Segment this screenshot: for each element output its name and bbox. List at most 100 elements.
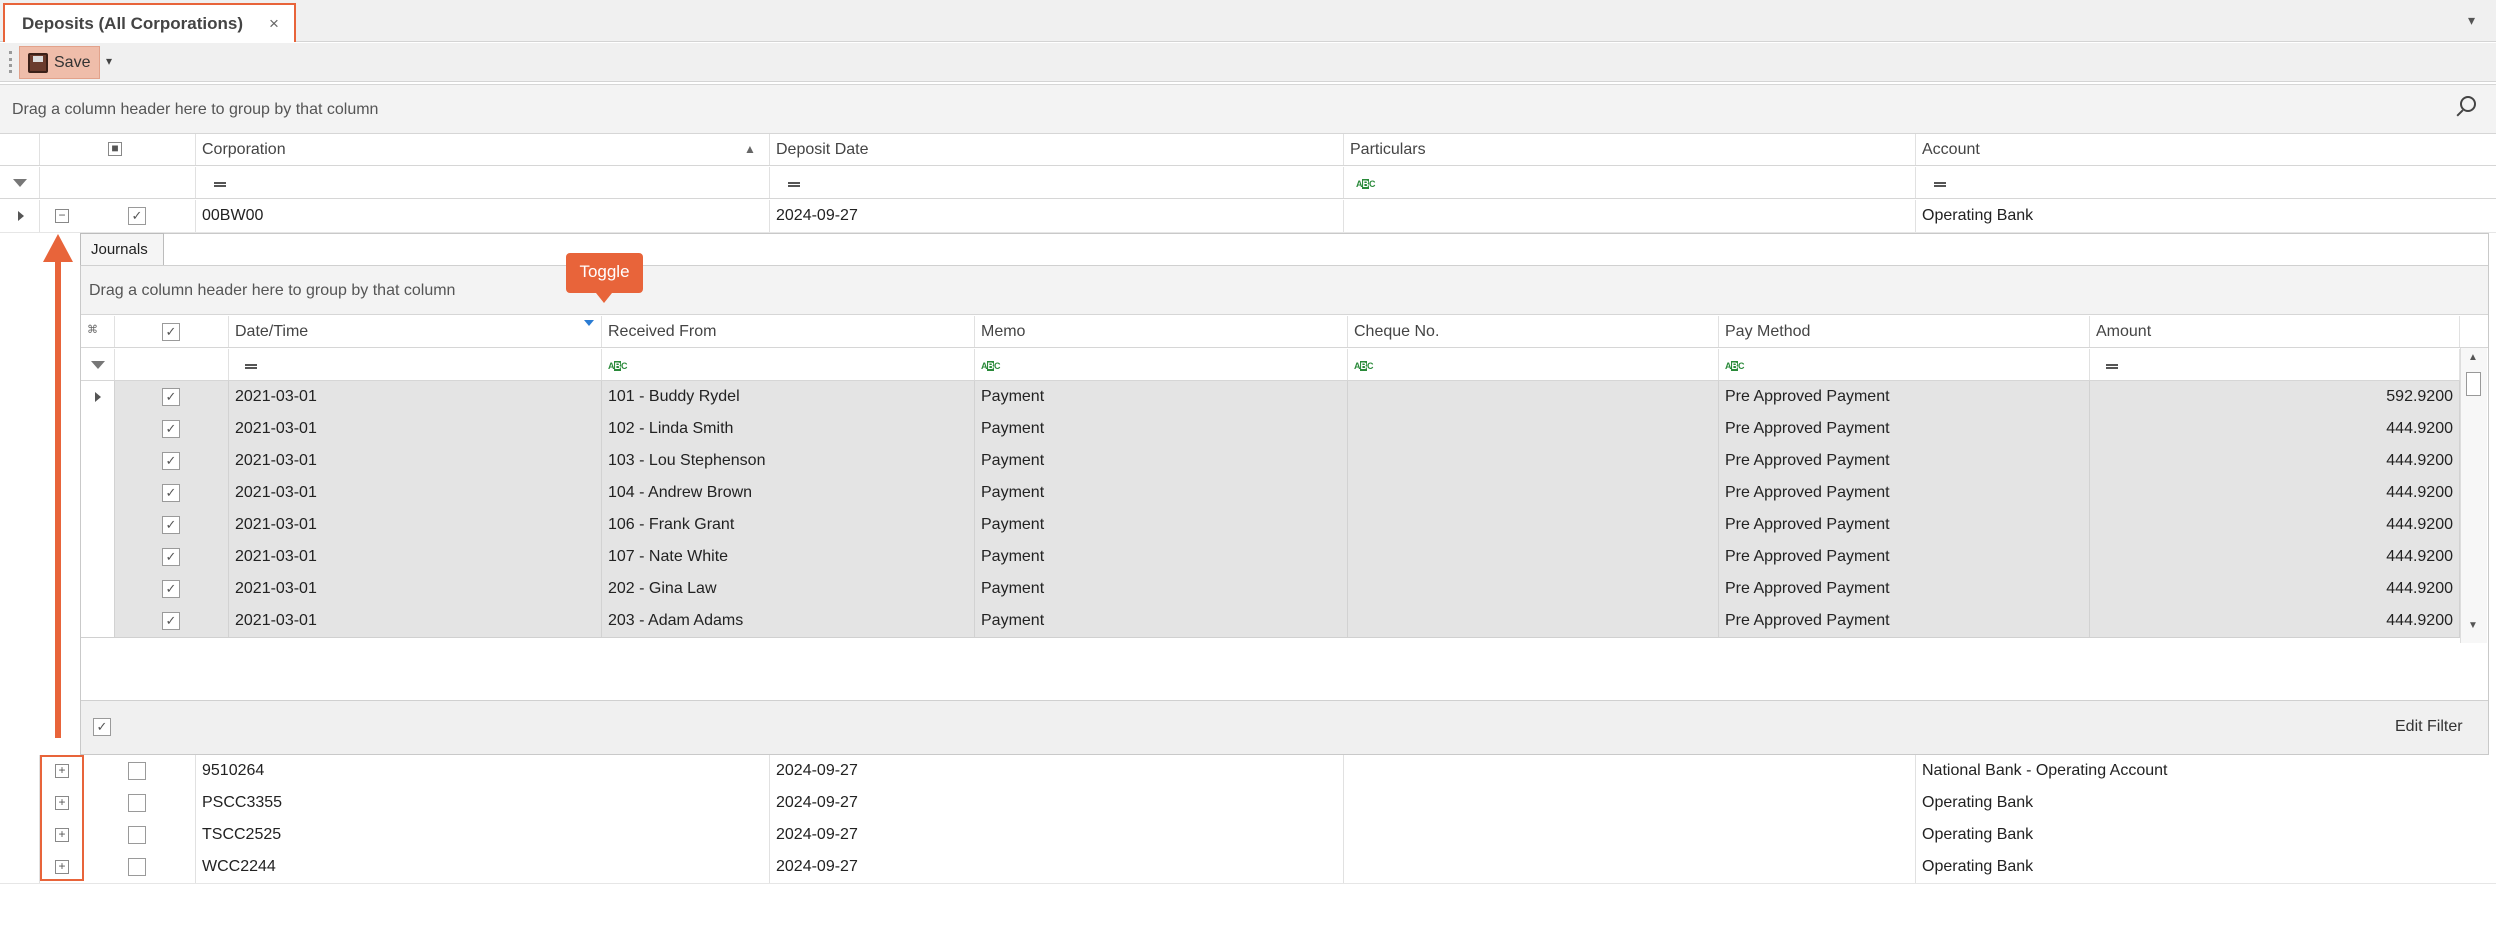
detail-group-by-panel[interactable]: Drag a column header here to group by th… — [81, 265, 2488, 315]
select-all-checkbox[interactable]: ■ — [108, 142, 122, 156]
filter-cell-deposit-date[interactable] — [770, 167, 1344, 198]
cell-memo: Payment — [975, 605, 1348, 637]
column-header-received-from[interactable]: Received From — [602, 316, 975, 347]
filter-cell-received-from[interactable]: ABC — [602, 349, 975, 380]
scroll-up-icon[interactable]: ▲ — [2468, 352, 2478, 363]
row-checkbox[interactable] — [128, 794, 146, 812]
row-check-cell[interactable] — [118, 819, 196, 851]
table-row[interactable]: ✓ 2021-03-01 101 - Buddy Rydel Payment P… — [81, 381, 2460, 414]
filter-enable-checkbox[interactable]: ✓ — [93, 718, 111, 736]
filter-cell-cheque-no[interactable]: ABC — [1348, 349, 1719, 380]
row-checkbox[interactable]: ✓ — [162, 516, 180, 534]
row-checkbox[interactable]: ✓ — [162, 420, 180, 438]
cell-corporation: WCC2244 — [196, 851, 770, 883]
cell-particulars — [1344, 787, 1916, 819]
table-row[interactable]: + 9510264 2024-09-27 National Bank - Ope… — [0, 755, 2496, 788]
table-row[interactable]: ✓ 2021-03-01 103 - Lou Stephenson Paymen… — [81, 445, 2460, 478]
row-checkbox[interactable]: ✓ — [162, 452, 180, 470]
document-tab[interactable]: Deposits (All Corporations) × — [3, 3, 296, 42]
collapse-icon[interactable]: − — [55, 209, 69, 223]
row-check-cell[interactable]: ✓ — [115, 445, 229, 477]
row-checkbox[interactable]: ✓ — [162, 548, 180, 566]
row-check-cell[interactable] — [118, 851, 196, 883]
cell-memo: Payment — [975, 381, 1348, 413]
cell-particulars — [1344, 200, 1916, 232]
row-check-cell[interactable] — [118, 787, 196, 819]
table-row-expanded[interactable]: − ✓ 00BW00 2024-09-27 Operating Bank — [0, 200, 2496, 233]
cell-received-from: 104 - Andrew Brown — [602, 477, 975, 509]
row-check-cell[interactable]: ✓ — [115, 381, 229, 413]
filter-cell-date-time[interactable] — [229, 349, 602, 380]
table-row[interactable]: + WCC2244 2024-09-27 Operating Bank — [0, 851, 2496, 884]
scroll-down-icon[interactable]: ▼ — [2468, 620, 2478, 631]
detail-select-all-checkbox[interactable]: ✓ — [162, 323, 180, 341]
search-icon[interactable] — [2460, 96, 2476, 112]
table-row[interactable]: ✓ 2021-03-01 102 - Linda Smith Payment P… — [81, 413, 2460, 446]
table-row[interactable]: ✓ 2021-03-01 203 - Adam Adams Payment Pr… — [81, 605, 2460, 638]
filter-cell-account[interactable] — [1916, 167, 2496, 198]
column-header-cheque-no[interactable]: Cheque No. — [1348, 316, 1719, 347]
row-checkbox[interactable] — [128, 858, 146, 876]
row-checkbox[interactable]: ✓ — [162, 388, 180, 406]
column-filter-icon[interactable] — [584, 320, 594, 326]
cell-amount: 592.9200 — [2090, 381, 2460, 413]
column-header-pay-method[interactable]: Pay Method — [1719, 316, 2090, 347]
detail-vertical-scrollbar[interactable]: ▲ ▼ — [2460, 348, 2487, 643]
row-toggle-cell[interactable]: − — [40, 200, 118, 232]
row-checkbox[interactable]: ✓ — [162, 612, 180, 630]
detail-grid-header: ⌘ ✓ Date/Time Received From Memo Cheque … — [81, 316, 2488, 348]
row-check-cell[interactable]: ✓ — [118, 200, 196, 232]
header-select-all-cell[interactable]: ■ — [40, 134, 196, 165]
table-row[interactable]: + PSCC3355 2024-09-27 Operating Bank — [0, 787, 2496, 820]
column-header-date-time[interactable]: Date/Time — [229, 316, 602, 347]
row-checkbox[interactable] — [128, 762, 146, 780]
filter-cell-pay-method[interactable]: ABC — [1719, 349, 2090, 380]
table-row[interactable]: ✓ 2021-03-01 106 - Frank Grant Payment P… — [81, 509, 2460, 542]
table-row[interactable]: + TSCC2525 2024-09-27 Operating Bank — [0, 819, 2496, 852]
table-row[interactable]: ✓ 2021-03-01 104 - Andrew Brown Payment … — [81, 477, 2460, 510]
column-header-amount[interactable]: Amount — [2090, 316, 2460, 347]
close-icon[interactable]: × — [269, 14, 279, 34]
column-header-deposit-date[interactable]: Deposit Date — [770, 134, 1344, 165]
row-check-cell[interactable]: ✓ — [115, 605, 229, 637]
row-checkbox[interactable] — [128, 826, 146, 844]
filter-cell-amount[interactable] — [2090, 349, 2460, 380]
filter-icon — [91, 361, 105, 369]
filter-cell-memo[interactable]: ABC — [975, 349, 1348, 380]
row-check-cell[interactable]: ✓ — [115, 413, 229, 445]
filter-cell-corporation[interactable] — [196, 167, 770, 198]
row-checkbox[interactable]: ✓ — [162, 580, 180, 598]
toolbar-grip-icon[interactable] — [9, 51, 13, 73]
cell-date: 2021-03-01 — [229, 541, 602, 573]
equals-operator-icon — [788, 182, 800, 187]
detail-select-all-cell[interactable]: ✓ — [115, 316, 229, 347]
filter-cell-particulars[interactable]: ABC — [1344, 167, 1916, 198]
column-header-corporation[interactable]: Corporation ▲ — [196, 134, 770, 165]
row-check-cell[interactable]: ✓ — [115, 541, 229, 573]
row-indicator — [0, 819, 40, 851]
save-button[interactable]: Save — [19, 46, 100, 79]
equals-operator-icon — [245, 364, 257, 369]
table-row[interactable]: ✓ 2021-03-01 107 - Nate White Payment Pr… — [81, 541, 2460, 574]
column-chooser-icon[interactable]: ⌘ — [81, 316, 115, 347]
column-header-particulars[interactable]: Particulars — [1344, 134, 1916, 165]
table-row[interactable]: ✓ 2021-03-01 202 - Gina Law Payment Pre … — [81, 573, 2460, 606]
row-check-cell[interactable]: ✓ — [115, 477, 229, 509]
save-dropdown-icon[interactable]: ▾ — [106, 54, 112, 68]
cell-pay-method: Pre Approved Payment — [1719, 381, 2090, 413]
column-header-account[interactable]: Account — [1916, 134, 2496, 165]
cell-date: 2021-03-01 — [229, 477, 602, 509]
group-by-panel[interactable]: Drag a column header here to group by th… — [0, 84, 2496, 134]
row-check-cell[interactable]: ✓ — [115, 573, 229, 605]
edit-filter-button[interactable]: Edit Filter — [2395, 718, 2463, 736]
row-checkbox[interactable]: ✓ — [128, 207, 146, 225]
tab-menu-icon[interactable]: ▾ — [2468, 12, 2475, 29]
column-header-memo[interactable]: Memo — [975, 316, 1348, 347]
scroll-thumb[interactable] — [2466, 372, 2481, 396]
row-checkbox[interactable]: ✓ — [162, 484, 180, 502]
row-check-cell[interactable] — [118, 755, 196, 787]
cell-cheque — [1348, 477, 1719, 509]
row-check-cell[interactable]: ✓ — [115, 509, 229, 541]
cell-pay-method: Pre Approved Payment — [1719, 605, 2090, 637]
tab-journals[interactable]: Journals — [80, 233, 164, 265]
